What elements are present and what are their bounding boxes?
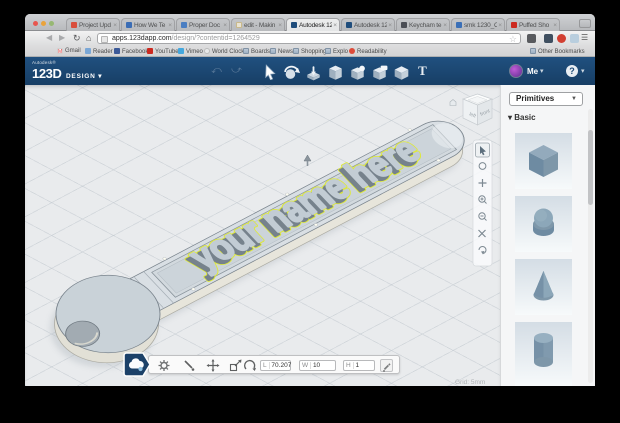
svg-text:your name here: your name here bbox=[179, 129, 429, 277]
